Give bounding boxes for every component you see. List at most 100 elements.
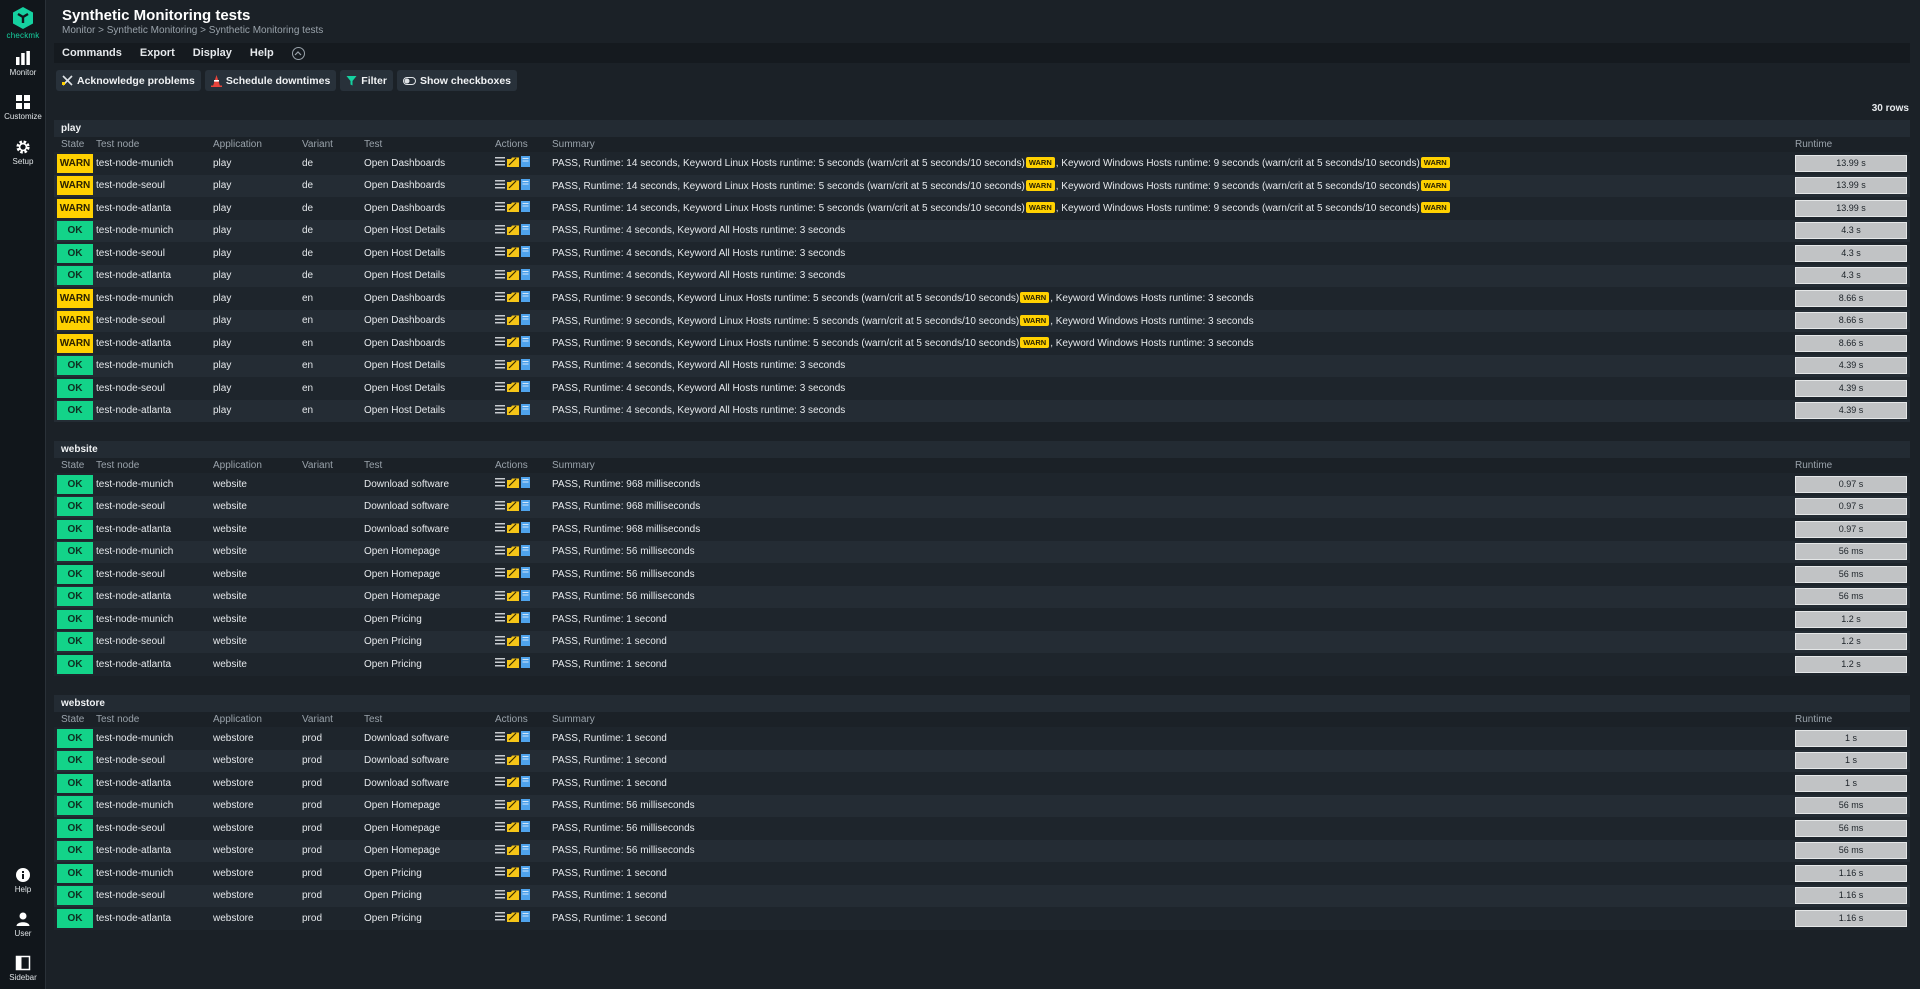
column-header[interactable]: Application <box>213 458 302 473</box>
test-node-cell[interactable]: test-node-munich <box>92 800 213 811</box>
test-name-cell[interactable]: Open Pricing <box>364 868 495 879</box>
context-menu-icon[interactable] <box>495 777 505 789</box>
report-icon[interactable] <box>521 246 530 260</box>
runtime-perfometer[interactable]: 1.16 s <box>1795 887 1907 905</box>
runtime-perfometer[interactable]: 1.16 s <box>1795 864 1907 882</box>
column-header[interactable]: Test node <box>92 137 213 152</box>
runtime-perfometer[interactable]: 0.97 s <box>1795 498 1907 516</box>
runtime-perfometer[interactable]: 1 s <box>1795 752 1907 770</box>
report-icon[interactable] <box>521 201 530 215</box>
context-menu-icon[interactable] <box>495 822 505 834</box>
nav-setup[interactable]: Setup <box>0 139 46 166</box>
context-menu-icon[interactable] <box>495 568 505 580</box>
edit-folder-icon[interactable] <box>507 911 519 925</box>
edit-folder-icon[interactable] <box>507 731 519 745</box>
test-name-cell[interactable]: Open Pricing <box>364 913 495 924</box>
test-name-cell[interactable]: Download software <box>364 733 495 744</box>
context-menu-icon[interactable] <box>495 314 505 327</box>
runtime-perfometer[interactable]: 0.97 s <box>1795 520 1907 538</box>
report-icon[interactable] <box>521 477 530 491</box>
context-menu-icon[interactable] <box>495 799 505 812</box>
test-node-cell[interactable]: test-node-atlanta <box>92 913 213 924</box>
context-menu-icon[interactable] <box>495 613 505 625</box>
runtime-perfometer[interactable]: 4.3 s <box>1795 267 1907 285</box>
edit-folder-icon[interactable] <box>507 567 519 581</box>
column-header[interactable]: State <box>54 712 92 727</box>
test-node-cell[interactable]: test-node-atlanta <box>92 591 213 602</box>
runtime-perfometer[interactable]: 4.39 s <box>1795 379 1907 397</box>
runtime-perfometer[interactable]: 4.3 s <box>1795 222 1907 240</box>
test-name-cell[interactable]: Download software <box>364 524 495 535</box>
runtime-perfometer[interactable]: 4.39 s <box>1795 357 1907 375</box>
column-header[interactable]: Test <box>364 137 495 152</box>
runtime-perfometer[interactable]: 8.66 s <box>1795 289 1907 307</box>
context-menu-icon[interactable] <box>495 179 505 192</box>
report-icon[interactable] <box>521 313 530 328</box>
column-header[interactable]: Variant <box>302 712 364 727</box>
report-icon[interactable] <box>521 821 530 835</box>
test-node-cell[interactable]: test-node-seoul <box>92 248 213 259</box>
column-header[interactable]: Summary <box>552 458 1795 473</box>
edit-folder-icon[interactable] <box>507 889 519 903</box>
menu-display[interactable]: Display <box>193 47 232 59</box>
runtime-perfometer[interactable]: 8.66 s <box>1795 312 1907 330</box>
menu-commands[interactable]: Commands <box>62 47 122 59</box>
test-name-cell[interactable]: Open Homepage <box>364 569 495 580</box>
test-name-cell[interactable]: Open Homepage <box>364 800 495 811</box>
report-icon[interactable] <box>521 612 530 626</box>
column-header[interactable]: Variant <box>302 458 364 473</box>
column-header[interactable]: State <box>54 458 92 473</box>
runtime-perfometer[interactable]: 8.66 s <box>1795 334 1907 352</box>
breadcrumb-item[interactable]: Synthetic Monitoring tests <box>209 25 324 36</box>
test-node-cell[interactable]: test-node-atlanta <box>92 270 213 281</box>
edit-folder-icon[interactable] <box>507 844 519 858</box>
edit-folder-icon[interactable] <box>507 590 519 604</box>
context-menu-icon[interactable] <box>495 157 505 169</box>
runtime-perfometer[interactable]: 1 s <box>1795 729 1907 747</box>
test-name-cell[interactable]: Open Host Details <box>364 360 495 371</box>
runtime-perfometer[interactable]: 13.99 s <box>1795 199 1907 217</box>
test-node-cell[interactable]: test-node-atlanta <box>92 405 213 416</box>
test-name-cell[interactable]: Open Host Details <box>364 383 495 394</box>
column-header[interactable]: Actions <box>495 712 552 727</box>
runtime-perfometer[interactable]: 1.16 s <box>1795 909 1907 927</box>
test-node-cell[interactable]: test-node-munich <box>92 546 213 557</box>
edit-folder-icon[interactable] <box>507 776 519 790</box>
report-icon[interactable] <box>521 403 530 418</box>
test-node-cell[interactable]: test-node-munich <box>92 293 213 304</box>
test-node-cell[interactable]: test-node-munich <box>92 479 213 490</box>
test-node-cell[interactable]: test-node-seoul <box>92 755 213 766</box>
column-header[interactable]: Runtime <box>1795 712 1910 727</box>
edit-folder-icon[interactable] <box>507 657 519 671</box>
context-menu-icon[interactable] <box>495 754 505 767</box>
report-icon[interactable] <box>521 499 530 514</box>
menu-help[interactable]: Help <box>250 47 274 59</box>
report-icon[interactable] <box>521 911 530 925</box>
edit-folder-icon[interactable] <box>507 500 519 514</box>
runtime-perfometer[interactable]: 1.2 s <box>1795 655 1907 673</box>
nav-monitor[interactable]: Monitor <box>0 50 46 77</box>
test-node-cell[interactable]: test-node-munich <box>92 225 213 236</box>
menu-export[interactable]: Export <box>140 47 175 59</box>
runtime-perfometer[interactable]: 4.39 s <box>1795 402 1907 420</box>
test-node-cell[interactable]: test-node-munich <box>92 360 213 371</box>
column-header[interactable]: Runtime <box>1795 137 1910 152</box>
context-menu-icon[interactable] <box>495 889 505 902</box>
runtime-perfometer[interactable]: 1 s <box>1795 774 1907 792</box>
context-menu-icon[interactable] <box>495 844 505 857</box>
test-node-cell[interactable]: test-node-munich <box>92 733 213 744</box>
test-node-cell[interactable]: test-node-seoul <box>92 315 213 326</box>
report-icon[interactable] <box>521 381 530 395</box>
acknowledge-problems-button[interactable]: Acknowledge problems <box>56 70 201 91</box>
context-menu-icon[interactable] <box>495 224 505 237</box>
runtime-perfometer[interactable]: 13.99 s <box>1795 154 1907 172</box>
context-menu-icon[interactable] <box>495 500 505 513</box>
report-icon[interactable] <box>521 634 530 649</box>
report-icon[interactable] <box>521 888 530 903</box>
test-name-cell[interactable]: Open Host Details <box>364 405 495 416</box>
runtime-perfometer[interactable]: 56 ms <box>1795 842 1907 860</box>
column-header[interactable]: State <box>54 137 92 152</box>
edit-folder-icon[interactable] <box>507 359 519 373</box>
report-icon[interactable] <box>521 544 530 559</box>
column-header[interactable]: Actions <box>495 458 552 473</box>
